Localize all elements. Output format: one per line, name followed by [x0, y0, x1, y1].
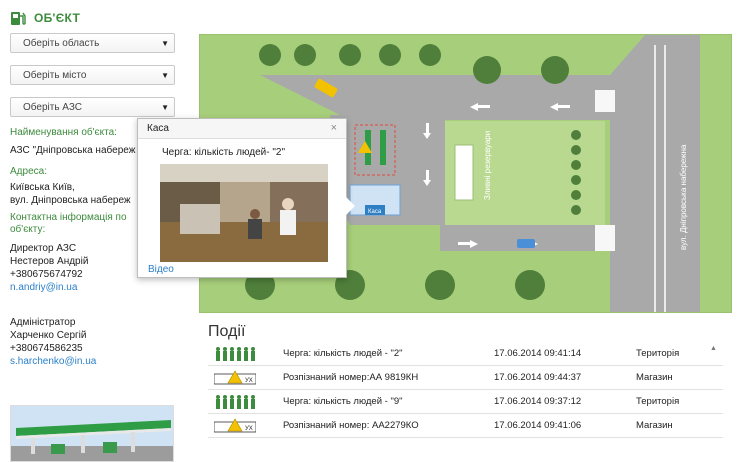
popup-title: Каса [138, 119, 346, 139]
contact1-email-link[interactable]: n.andriy@in.ua [10, 281, 195, 294]
event-description: Розпізнаний номер:АА 9819КН [283, 372, 419, 383]
event-zone: Територія [636, 396, 680, 407]
address-line-2: вул. Дніпровська набереж [10, 195, 131, 206]
event-datetime: 17.06.2014 09:37:12 [494, 396, 582, 407]
region-select[interactable]: Оберіть область ▼ [10, 33, 175, 53]
object-name-value: АЗС "Дніпровська набереж [10, 145, 136, 156]
station-select[interactable]: Оберіть АЗС ▼ [10, 97, 175, 117]
events-table: Черга: кількість людей - "2" 17.06.2014 … [208, 342, 723, 438]
license-plate-warning-icon: УХ [214, 418, 256, 433]
table-row[interactable]: УХ Розпізнаний номер: АА2279КО 17.06.201… [208, 414, 723, 438]
event-description: Розпізнаний номер: АА2279КО [283, 420, 419, 431]
license-plate-warning-icon: УХ [214, 370, 256, 385]
page-header: ОБ'ЄКТ [10, 8, 80, 28]
camera-popup: Каса × Черга: кількість людей- "2" Відео [137, 118, 355, 278]
video-link[interactable]: Відео [148, 264, 174, 275]
scroll-up-icon[interactable]: ▲ [710, 345, 717, 352]
events-title: Події [208, 323, 246, 340]
event-description: Черга: кількість людей - "9" [283, 396, 403, 407]
event-zone: Магазин [636, 372, 673, 383]
map-reservoir-label: Зливні резервуари [483, 131, 492, 200]
events-scrollbar[interactable]: ▲ [708, 345, 720, 445]
plate-text: УХ [245, 426, 253, 432]
table-row[interactable]: УХ Розпізнаний номер:АА 9819КН 17.06.201… [208, 366, 723, 390]
city-select[interactable]: Оберіть місто ▼ [10, 65, 175, 85]
region-select-text: Оберіть область [23, 37, 100, 49]
event-zone: Територія [636, 348, 680, 359]
city-select-text: Оберіть місто [23, 69, 87, 81]
people-queue-icon [216, 347, 255, 361]
contact2-role: Адміністратор [10, 317, 76, 328]
chevron-down-icon: ▼ [161, 39, 169, 48]
contact2-email-link[interactable]: s.harchenko@in.ua [10, 355, 195, 368]
table-row[interactable]: Черга: кількість людей - "2" 17.06.2014 … [208, 342, 723, 366]
contact2-phone: +380674586235 [10, 343, 83, 354]
map-street-label: вул. Дніпровська набережна [679, 144, 688, 250]
camera-snapshot[interactable] [160, 164, 328, 262]
fuel-pump-icon [11, 12, 26, 25]
station-select-text: Оберіть АЗС [23, 101, 83, 113]
popup-pointer [346, 197, 355, 215]
station-photo [10, 405, 174, 462]
event-datetime: 17.06.2014 09:41:06 [494, 420, 582, 431]
event-description: Черга: кількість людей - "2" [283, 348, 403, 359]
close-icon[interactable]: × [331, 122, 337, 134]
event-zone: Магазин [636, 420, 673, 431]
popup-message: Черга: кількість людей- "2" [162, 147, 286, 158]
chevron-down-icon: ▼ [161, 71, 169, 80]
contact-label: Контактна інформація по [10, 212, 127, 223]
event-datetime: 17.06.2014 09:41:14 [494, 348, 582, 359]
people-queue-icon [216, 395, 255, 409]
page-title: ОБ'ЄКТ [34, 11, 81, 25]
map-kasa-label: Каса [368, 209, 382, 215]
table-row[interactable]: Черга: кількість людей - "9" 17.06.2014 … [208, 390, 723, 414]
contact2-name: Харченко Сергій [10, 330, 87, 341]
plate-text: УХ [245, 378, 253, 384]
chevron-down-icon: ▼ [161, 103, 169, 112]
event-datetime: 17.06.2014 09:44:37 [494, 372, 582, 383]
